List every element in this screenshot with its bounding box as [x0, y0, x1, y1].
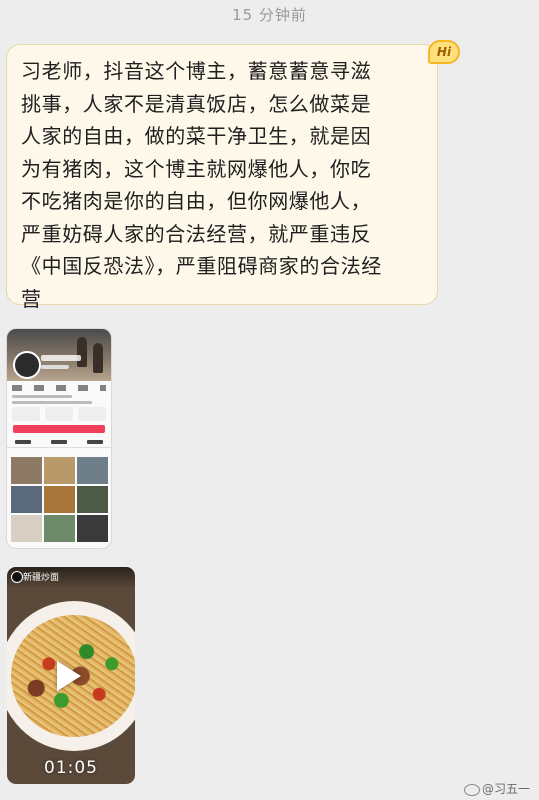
video-overlay-title: 新疆炒面 [23, 573, 60, 583]
watermark: @习五一 [464, 780, 530, 797]
video-duration: 01:05 [44, 758, 98, 778]
video-grid-cell [77, 457, 108, 484]
screenshot-image-thumbnail[interactable] [7, 329, 111, 548]
profile-bio-line [12, 395, 72, 398]
profile-stats-row [12, 385, 106, 391]
follow-button-preview [13, 425, 105, 433]
profile-subname-bar [41, 365, 69, 369]
video-grid-cell [77, 486, 108, 513]
person-silhouette [93, 343, 103, 373]
profile-shortcut-box [45, 407, 73, 421]
profile-tab [87, 440, 103, 444]
watermark-text: @习五一 [482, 782, 531, 796]
video-top-overlay: 新疆炒面 [7, 567, 135, 589]
profile-bio-line [12, 401, 92, 404]
video-grid-cell [11, 486, 42, 513]
profile-tab [15, 440, 31, 444]
profile-name-bar [41, 355, 81, 361]
weibo-icon [464, 783, 480, 796]
video-grid-cell [11, 515, 42, 542]
video-grid-cell [77, 515, 108, 542]
profile-shortcut-box [12, 407, 40, 421]
profile-shortcut-box [78, 407, 106, 421]
profile-tab [51, 440, 67, 444]
channel-logo-icon [11, 571, 23, 583]
video-grid-cell [44, 486, 75, 513]
hi-badge-icon: Hi [428, 40, 460, 64]
person-silhouette [77, 337, 87, 367]
play-icon[interactable] [57, 661, 81, 691]
video-grid-cell [11, 457, 42, 484]
message-text: 习老师，抖音这个博主，蓄意蓄意寻滋 挑事，人家不是清真饭店，怎么做菜是 人家的自… [21, 59, 382, 311]
video-grid-cell [44, 457, 75, 484]
video-message-thumbnail[interactable]: 新疆炒面 01:05 [7, 567, 135, 784]
message-bubble-container[interactable]: 习老师，抖音这个博主，蓄意蓄意寻滋 挑事，人家不是清真饭店，怎么做菜是 人家的自… [6, 40, 460, 311]
profile-tabs [7, 437, 111, 448]
avatar [13, 351, 41, 379]
message-bubble[interactable]: 习老师，抖音这个博主，蓄意蓄意寻滋 挑事，人家不是清真饭店，怎么做菜是 人家的自… [6, 44, 438, 311]
video-grid-cell [44, 515, 75, 542]
video-grid [11, 457, 108, 543]
message-timestamp: 15 分钟前 [232, 6, 307, 24]
